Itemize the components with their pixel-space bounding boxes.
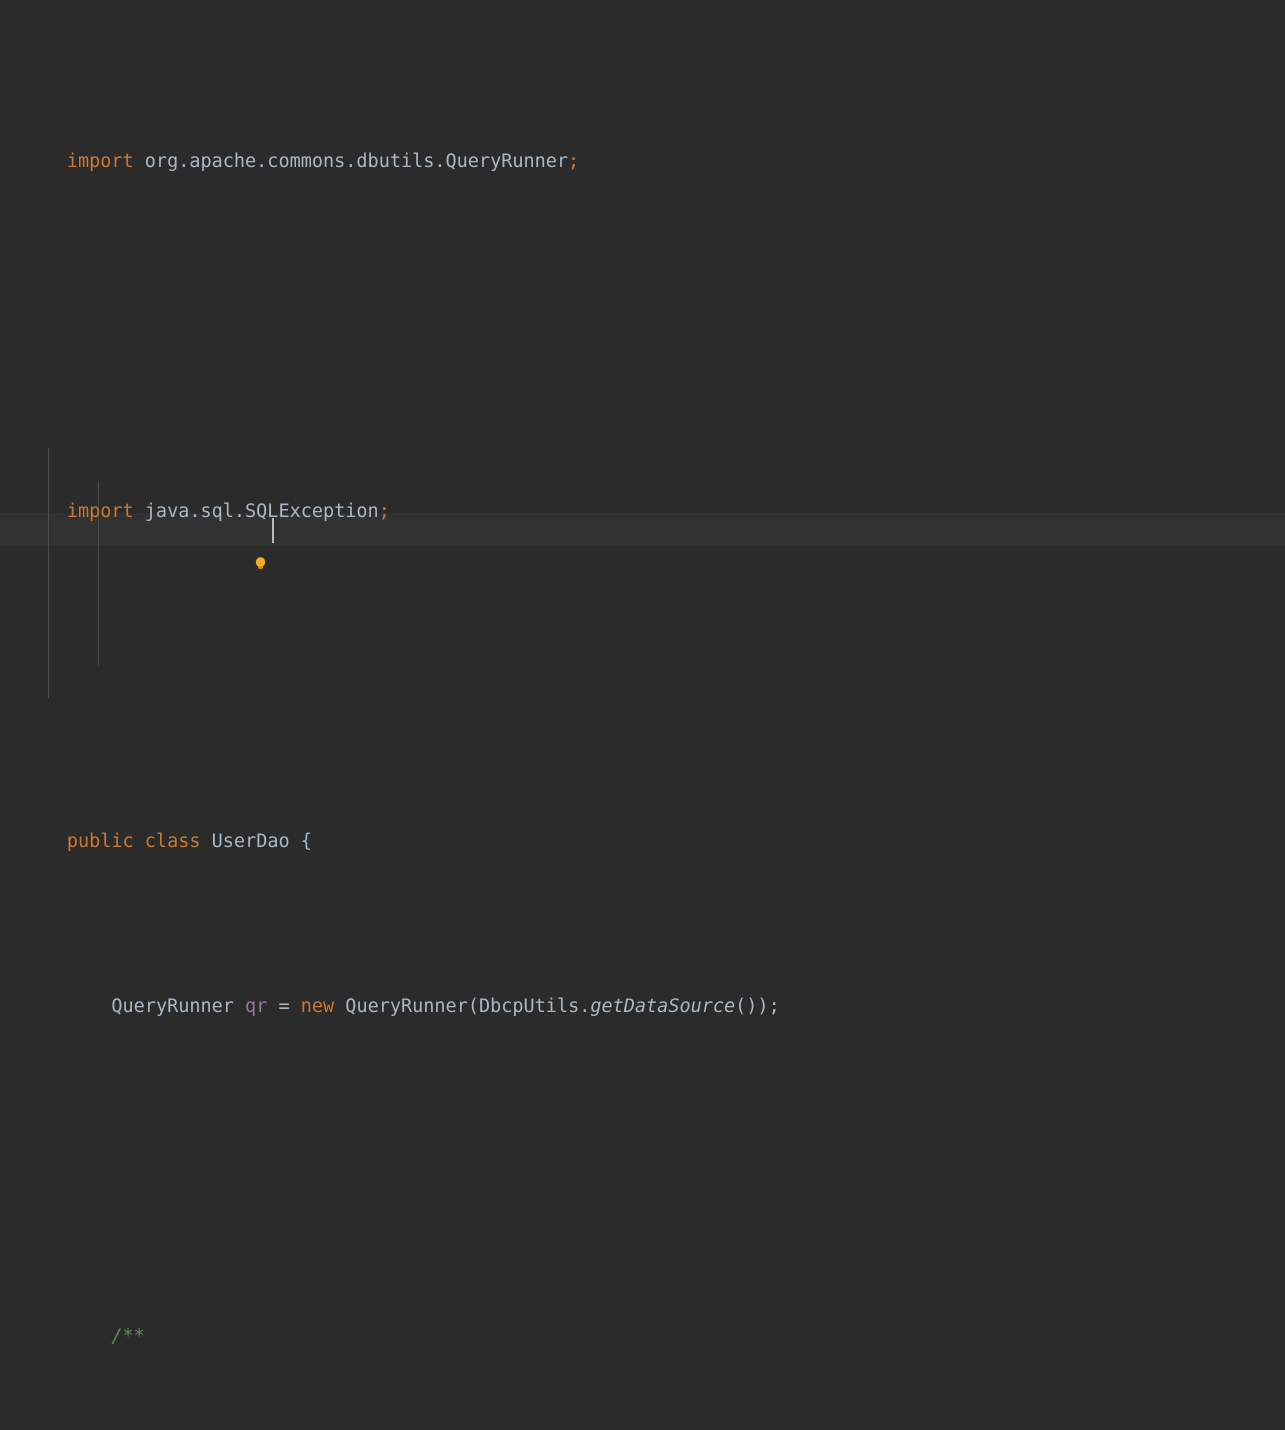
text-caret — [272, 518, 274, 543]
code-line-3[interactable]: import java.sql.SQLException; — [0, 462, 1285, 522]
token-type-queryrunner: QueryRunner — [111, 996, 246, 1017]
token-tail: ()); — [735, 996, 780, 1017]
token-keyword-import: import — [66, 501, 134, 522]
code-line-5-class-declaration[interactable]: public class UserDao { — [0, 792, 1285, 852]
code-line-4-blank — [0, 627, 1285, 660]
token-class-name: UserDao { — [200, 831, 312, 852]
token-keyword-public: public — [66, 831, 134, 852]
token-import-package: java.sql.SQLException — [133, 501, 379, 522]
token-semicolon: ; — [378, 501, 390, 522]
token-keyword-class: class — [144, 831, 201, 852]
code-editor-canvas[interactable]: import org.apache.commons.dbutils.QueryR… — [0, 0, 1285, 1347]
token-constructor-call: QueryRunner(DbcpUtils. — [334, 996, 591, 1017]
token-static-method-getdatasource: getDataSource — [590, 996, 736, 1017]
code-line-1[interactable]: import org.apache.commons.dbutils.QueryR… — [0, 132, 1285, 172]
token-keyword-new: new — [300, 996, 335, 1017]
intention-bulb-icon[interactable] — [208, 516, 265, 570]
token-assign: = — [267, 996, 301, 1017]
code-line-6-field-declaration[interactable]: QueryRunner qr = new QueryRunner(DbcpUti… — [0, 957, 1285, 1017]
code-line-2-blank — [0, 284, 1285, 330]
token-field-qr: qr — [245, 996, 268, 1017]
token-semicolon: ; — [568, 151, 580, 172]
code-line-8-javadoc-open[interactable]: /** — [0, 1287, 1285, 1347]
code-line-7-blank — [0, 1122, 1285, 1155]
token-javadoc-open: /** — [111, 1326, 145, 1347]
token-import-package: org.apache.commons.dbutils.QueryRunner — [133, 151, 569, 172]
token-keyword-import: import — [66, 151, 134, 172]
